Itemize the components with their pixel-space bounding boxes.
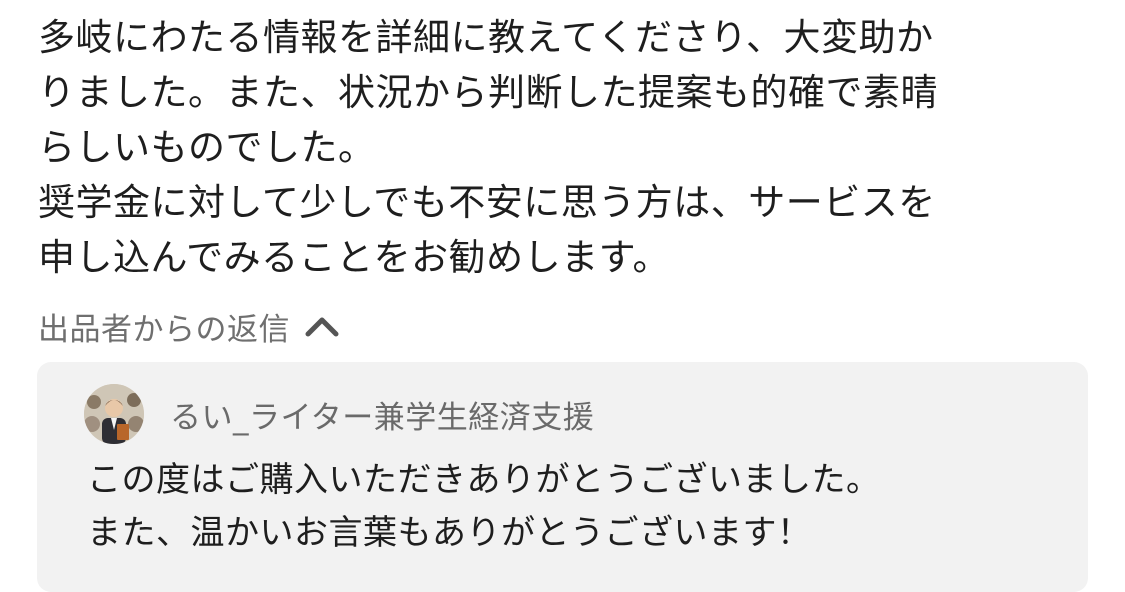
reply-line: この度はご購入いただきありがとうございました。 bbox=[87, 460, 881, 500]
review-line: らしいものでした。 bbox=[38, 126, 376, 169]
reply-line: また、温かいお言葉もありがとうございます！ bbox=[87, 513, 812, 553]
seller-avatar[interactable] bbox=[84, 384, 144, 444]
seller-reply-toggle-label: 出品者からの返信 bbox=[38, 311, 290, 348]
review-line: 申し込んでみることをお勧めします。 bbox=[38, 236, 670, 279]
seller-reply-text: この度はご購入いただきありがとうございました。 また、温かいお言葉もありがとうご… bbox=[87, 454, 881, 560]
review-line: 奨学金に対して少しでも不安に思う方は、サービスを bbox=[38, 181, 936, 224]
chevron-up-icon bbox=[304, 314, 340, 338]
seller-header: るい_ライター兼学生経済支援 bbox=[84, 384, 594, 444]
review-line: りました。また、状況から判断した提案も的確で素晴 bbox=[38, 71, 938, 114]
seller-name[interactable]: るい_ライター兼学生経済支援 bbox=[170, 392, 594, 437]
review-text: 多岐にわたる情報を詳細に教えてくださり、大変助か りました。また、状況から判断し… bbox=[38, 10, 1078, 285]
seller-reply-toggle[interactable]: 出品者からの返信 bbox=[38, 303, 340, 349]
review-line: 多岐にわたる情報を詳細に教えてくださり、大変助か bbox=[38, 16, 934, 59]
